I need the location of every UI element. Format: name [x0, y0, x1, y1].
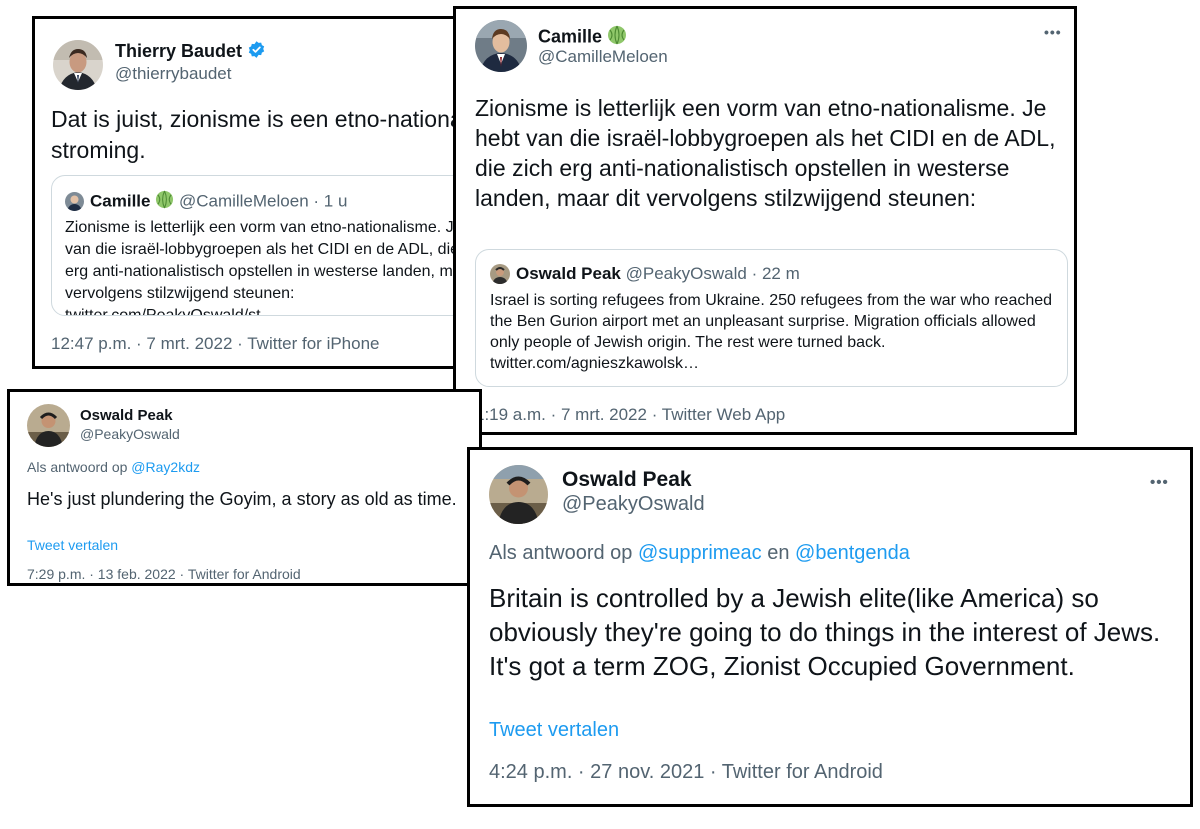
- reply-joiner: en: [761, 542, 796, 564]
- reply-context: Als antwoord op @Ray2kdz: [27, 459, 200, 475]
- melon-icon: [155, 190, 174, 214]
- translate-link[interactable]: Tweet vertalen: [27, 537, 118, 553]
- avatar[interactable]: [27, 404, 70, 447]
- reply-prefix: Als antwoord op: [27, 459, 132, 475]
- tweet-timestamp[interactable]: 4:24 p.m. · 27 nov. 2021 · Twitter for A…: [489, 761, 883, 784]
- quoted-text: Zionisme is letterlijk een vorm van etno…: [65, 219, 486, 316]
- author-handle[interactable]: @PeakyOswald: [80, 426, 180, 442]
- tweet-timestamp[interactable]: 7:29 p.m. · 13 feb. 2022 · Twitter for A…: [27, 566, 301, 582]
- avatar[interactable]: [53, 40, 103, 90]
- more-options-icon[interactable]: •••: [1150, 474, 1169, 491]
- tweet-card-oswald-small: Oswald Peak @PeakyOswald Als antwoord op…: [7, 389, 482, 586]
- tweet-body: Zionisme is letterlijk een vorm van etno…: [475, 95, 1056, 211]
- quoted-author-handle: @CamilleMeloen: [178, 191, 309, 211]
- author-name[interactable]: Oswald Peak: [80, 407, 173, 424]
- avatar[interactable]: [489, 465, 548, 524]
- reply-context: Als antwoord op @supprimeac en @bentgend…: [489, 542, 910, 565]
- quoted-text: Israel is sorting refugees from Ukraine.…: [490, 292, 1053, 372]
- author-name[interactable]: Thierry Baudet: [115, 41, 242, 61]
- quoted-author-handle: @PeakyOswald: [625, 264, 747, 283]
- tweet-body: Britain is controlled by a Jewish elite(…: [489, 583, 1161, 681]
- quoted-author-name: Oswald Peak: [516, 264, 621, 283]
- quoted-tweet[interactable]: Oswald Peak @PeakyOswald · 22 m Israel i…: [475, 249, 1068, 387]
- quoted-avatar: [490, 264, 510, 284]
- author-name[interactable]: Camille: [538, 26, 602, 46]
- quoted-time: · 1 u: [313, 191, 348, 211]
- reply-prefix: Als antwoord op: [489, 542, 638, 564]
- translate-link[interactable]: Tweet vertalen: [489, 719, 619, 742]
- author-handle[interactable]: @CamilleMeloen: [538, 47, 668, 67]
- tweet-card-thierry: Thierry Baudet @thierrybaudet Dat is jui…: [32, 16, 486, 369]
- tweet-timestamp[interactable]: 12:47 p.m. · 7 mrt. 2022 · Twitter for i…: [51, 334, 380, 354]
- quoted-time: · 22 m: [751, 264, 800, 283]
- reply-to-link-1[interactable]: @supprimeac: [638, 542, 762, 564]
- tweet-body: He's just plundering the Goyim, a story …: [27, 489, 457, 509]
- tweet-body: Dat is juist, zionisme is een etno-natio…: [51, 106, 483, 163]
- author-name[interactable]: Oswald Peak: [562, 468, 692, 491]
- avatar[interactable]: [475, 20, 527, 72]
- reply-to-link[interactable]: @Ray2kdz: [131, 459, 200, 475]
- tweet-card-camille: Camille @CamilleMeloen ••• Zionisme is l…: [453, 6, 1077, 435]
- more-options-icon[interactable]: •••: [1044, 24, 1062, 40]
- author-handle[interactable]: @PeakyOswald: [562, 493, 705, 516]
- reply-to-link-2[interactable]: @bentgenda: [795, 542, 910, 564]
- author-handle[interactable]: @thierrybaudet: [115, 64, 232, 84]
- quoted-avatar: [65, 192, 84, 211]
- tweet-timestamp[interactable]: 1:19 a.m. · 7 mrt. 2022 · Twitter Web Ap…: [475, 405, 785, 425]
- verified-badge-icon: [247, 40, 266, 64]
- quoted-tweet[interactable]: Camille @CamilleMeloen · 1 u Zionisme is…: [51, 175, 486, 316]
- quoted-author-name: Camille: [90, 191, 151, 211]
- tweet-card-oswald-large: Oswald Peak @PeakyOswald ••• Als antwoor…: [467, 447, 1193, 807]
